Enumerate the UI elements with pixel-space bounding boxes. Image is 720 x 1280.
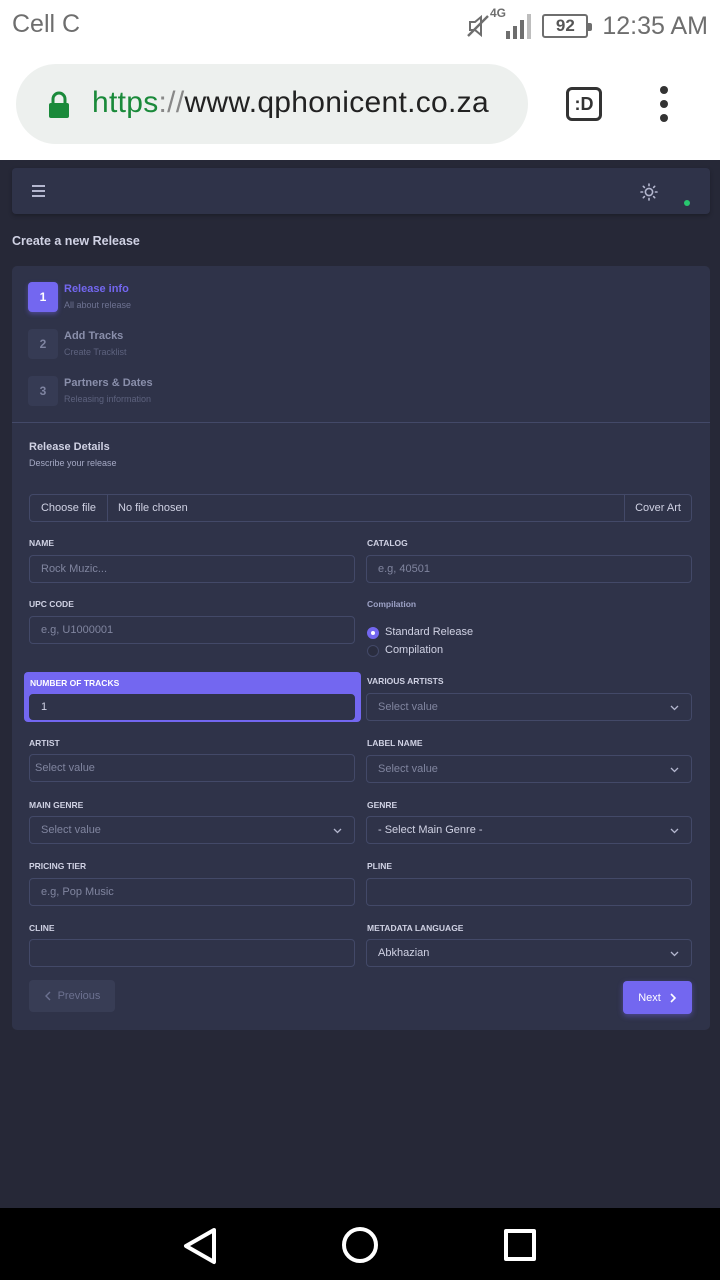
radio-label: Compilation — [385, 644, 444, 656]
various-artists-select[interactable]: Select value — [366, 693, 692, 721]
main-genre-label: MAIN GENRE — [29, 800, 84, 810]
step-title: Partners & Dates — [64, 377, 153, 389]
step-title: Release info — [64, 283, 129, 295]
artist-placeholder: Select value — [35, 762, 95, 774]
chevron-down-icon — [670, 828, 679, 834]
artist-label: ARTIST — [29, 738, 60, 748]
catalog-label: CATALOG — [367, 538, 408, 548]
url-text: https://www.qphonicent.co.za — [92, 86, 489, 120]
overflow-menu-icon[interactable] — [656, 86, 672, 122]
pline-input[interactable] — [366, 878, 692, 906]
radio-dot — [367, 645, 379, 657]
compilation-label: Compilation — [367, 599, 417, 609]
home-icon[interactable] — [342, 1227, 378, 1263]
lock-icon — [49, 91, 69, 118]
step-number: 2 — [28, 329, 58, 359]
genre-value: - Select Main Genre - — [378, 824, 483, 836]
battery-icon: 92 — [542, 14, 593, 38]
main-genre-placeholder: Select value — [41, 824, 101, 836]
catalog-input[interactable]: e.g, 40501 — [366, 555, 692, 583]
number-of-tracks-input[interactable]: 1 — [29, 694, 355, 720]
battery-level: 92 — [555, 16, 575, 35]
next-button-label: Next — [638, 991, 661, 1004]
chevron-down-icon — [670, 767, 679, 773]
section-subtitle: Describe your release — [29, 458, 117, 468]
artist-select[interactable]: Select value — [29, 754, 355, 782]
upc-code-input[interactable]: e.g, U1000001 — [29, 616, 355, 644]
number-of-tracks-field-focused: NUMBER OF TRACKS 1 — [24, 672, 361, 722]
back-icon[interactable] — [180, 1226, 220, 1266]
label-name-select[interactable]: Select value — [366, 755, 692, 783]
metadata-language-label: METADATA LANGUAGE — [367, 923, 464, 933]
section-title: Release Details — [29, 441, 110, 453]
cover-art-addon: Cover Art — [624, 495, 691, 521]
step-subtitle: Create Tracklist — [64, 347, 127, 357]
system-nav-bar — [0, 1208, 720, 1280]
divider — [12, 422, 710, 423]
various-artists-placeholder: Select value — [378, 701, 438, 713]
name-placeholder: Rock Muzic... — [41, 563, 108, 575]
theme-toggle-sun-icon[interactable] — [640, 183, 658, 201]
cline-input[interactable] — [29, 939, 355, 967]
pline-label: PLINE — [367, 861, 393, 871]
recents-icon[interactable] — [504, 1229, 536, 1261]
name-input[interactable]: Rock Muzic... — [29, 555, 355, 583]
pricing-tier-placeholder: e.g, Pop Music — [41, 886, 114, 898]
next-button[interactable]: Next — [623, 981, 692, 1014]
previous-button-label: Previous — [57, 990, 101, 1002]
cover-art-file-input: Choose file No file chosen Cover Art — [29, 494, 692, 522]
page-title: Create a new Release — [12, 234, 140, 248]
step-subtitle: All about release — [64, 300, 132, 310]
cline-label: CLINE — [29, 923, 55, 933]
url-host: www.qphonicent.co.za — [184, 86, 489, 119]
step-number: 3 — [28, 376, 58, 406]
online-status-dot — [684, 200, 690, 206]
status-bar: Cell C 4G 92 12:35 AM — [0, 0, 720, 50]
previous-button[interactable]: Previous — [29, 980, 115, 1012]
top-navbar — [12, 168, 710, 214]
name-label: NAME — [29, 538, 55, 548]
radio-label: Standard Release — [385, 626, 474, 638]
chevron-right-icon — [670, 992, 676, 1003]
step-number: 1 — [28, 282, 58, 312]
metadata-language-select[interactable]: Abkhazian — [366, 939, 692, 967]
tabs-switcher-label: :D — [574, 93, 594, 114]
chevron-down-icon — [670, 705, 679, 711]
step-title: Add Tracks — [64, 330, 124, 342]
genre-select[interactable]: - Select Main Genre - — [366, 816, 692, 844]
clock: 12:35 AM — [602, 11, 708, 40]
hamburger-menu-icon[interactable] — [32, 185, 45, 197]
genre-label: GENRE — [367, 800, 398, 810]
url-bar[interactable]: https://www.qphonicent.co.za — [16, 64, 528, 144]
signal-icon — [506, 14, 532, 39]
upc-code-label: UPC CODE — [29, 599, 74, 609]
label-name-placeholder: Select value — [378, 763, 438, 775]
number-of-tracks-label: NUMBER OF TRACKS — [30, 678, 120, 688]
release-wizard-card: 1 Release info All about release 2 Add T… — [12, 266, 710, 1030]
upc-code-placeholder: e.g, U1000001 — [41, 624, 114, 636]
catalog-placeholder: e.g, 40501 — [378, 563, 430, 575]
chevron-down-icon — [670, 951, 679, 957]
label-name-label: LABEL NAME — [367, 738, 423, 748]
file-status: No file chosen — [118, 502, 188, 514]
pricing-tier-input[interactable]: e.g, Pop Music — [29, 878, 355, 906]
url-separator: :// — [158, 86, 185, 119]
mute-icon — [467, 14, 490, 38]
url-scheme: https — [92, 86, 159, 119]
chevron-left-icon — [44, 991, 51, 1001]
main-genre-select[interactable]: Select value — [29, 816, 355, 844]
radio-dot — [367, 627, 379, 639]
metadata-language-value: Abkhazian — [378, 947, 430, 959]
tabs-switcher-icon[interactable]: :D — [566, 87, 602, 121]
chevron-down-icon — [333, 828, 342, 834]
choose-file-button[interactable]: Choose file — [30, 495, 108, 521]
carrier-name: Cell C — [12, 10, 81, 38]
various-artists-label: VARIOUS ARTISTS — [367, 676, 444, 686]
pricing-tier-label: PRICING TIER — [29, 861, 87, 871]
browser-toolbar: https://www.qphonicent.co.za :D — [0, 50, 720, 160]
number-of-tracks-value: 1 — [41, 701, 48, 713]
step-subtitle: Releasing information — [64, 394, 152, 404]
